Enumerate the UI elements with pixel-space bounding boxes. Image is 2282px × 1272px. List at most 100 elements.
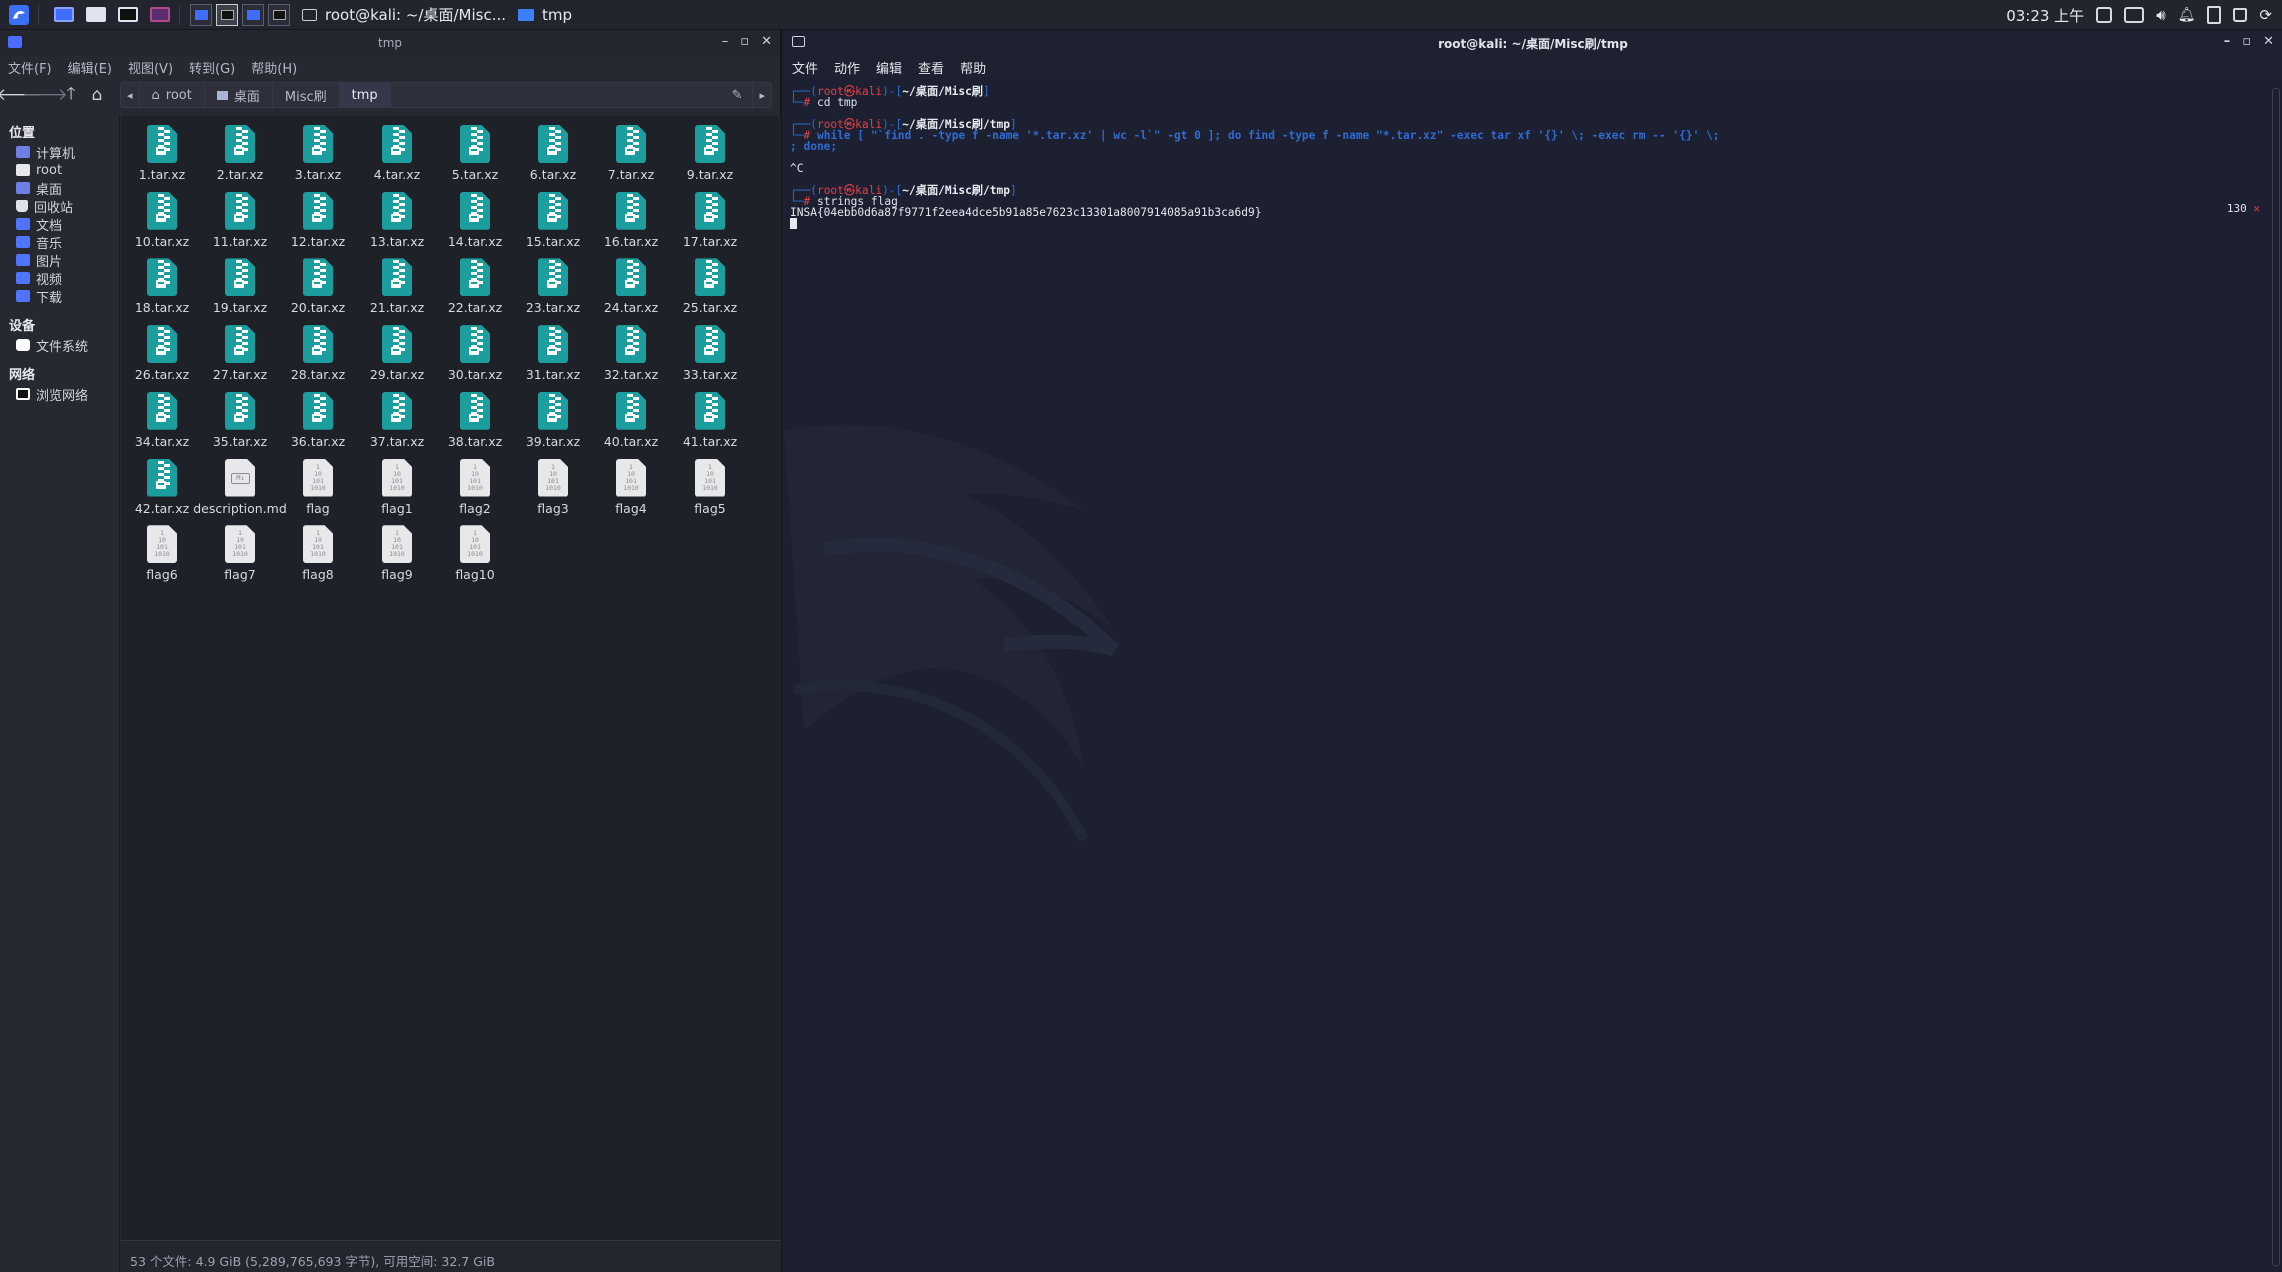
- file-item[interactable]: 33.tar.xz: [671, 325, 749, 389]
- file-item[interactable]: 4.tar.xz: [358, 125, 436, 189]
- sidebar-item-desktop[interactable]: 桌面: [0, 179, 119, 198]
- breadcrumb-tmp[interactable]: tmp: [339, 83, 391, 107]
- file-item[interactable]: 17.tar.xz: [671, 191, 749, 256]
- file-item[interactable]: 29.tar.xz: [358, 325, 436, 389]
- file-item[interactable]: 13.tar.xz: [358, 191, 436, 256]
- task-terminal[interactable]: root@kali: ~/桌面/Misc...: [302, 4, 506, 25]
- browser-launcher-icon[interactable]: [147, 4, 173, 26]
- file-item[interactable]: 1 10 101 1010 flag2: [436, 458, 514, 523]
- workspace-3[interactable]: [242, 3, 264, 26]
- sidebar-item-documents[interactable]: 文档: [0, 215, 119, 234]
- file-item[interactable]: 11.tar.xz: [201, 191, 279, 256]
- file-item[interactable]: 1 10 101 1010 flag4: [592, 458, 670, 523]
- file-item[interactable]: 27.tar.xz: [201, 325, 279, 389]
- file-item[interactable]: 38.tar.xz: [436, 391, 514, 456]
- workspace-4[interactable]: [268, 3, 290, 26]
- keyboard-icon[interactable]: [2124, 7, 2145, 23]
- file-item[interactable]: 40.tar.xz: [592, 391, 670, 456]
- breadcrumb-desktop[interactable]: 桌面: [205, 83, 273, 107]
- file-item[interactable]: 18.tar.xz: [123, 258, 201, 322]
- file-item[interactable]: 2.tar.xz: [201, 125, 279, 189]
- breadcrumb-misc[interactable]: Misc刷: [273, 83, 340, 107]
- sidebar-item-pictures[interactable]: 图片: [0, 251, 119, 270]
- sidebar-item-computer[interactable]: 计算机: [0, 143, 119, 162]
- file-manager-launcher-icon[interactable]: [83, 4, 109, 26]
- workspace-2[interactable]: [216, 3, 238, 26]
- maximize-icon[interactable]: ▫: [2242, 34, 2251, 49]
- file-item[interactable]: 22.tar.xz: [436, 258, 514, 322]
- file-item[interactable]: 14.tar.xz: [436, 191, 514, 256]
- file-item[interactable]: 1.tar.xz: [123, 125, 201, 189]
- file-item[interactable]: 1 10 101 1010 flag1: [358, 458, 436, 523]
- menu-file[interactable]: 文件: [792, 58, 818, 77]
- sidebar-item-root[interactable]: root: [0, 161, 119, 179]
- file-item[interactable]: 26.tar.xz: [123, 325, 201, 389]
- fm-titlebar[interactable]: tmp – ▫ ✕: [0, 30, 780, 56]
- menu-go[interactable]: 转到(G): [189, 58, 235, 77]
- file-item[interactable]: 19.tar.xz: [201, 258, 279, 322]
- file-item[interactable]: 1 10 101 1010 flag7: [201, 525, 279, 589]
- file-item[interactable]: 34.tar.xz: [123, 391, 201, 456]
- lock-icon[interactable]: [2233, 8, 2248, 22]
- terminal-output[interactable]: ┌──(root㉿kali)-[~/桌面/Misc刷] └─# cd tmp ┌…: [790, 86, 2262, 229]
- file-item[interactable]: 23.tar.xz: [514, 258, 592, 322]
- terminal-titlebar[interactable]: root@kali: ~/桌面/Misc刷/tmp – ▫ ✕: [784, 30, 2282, 56]
- file-item[interactable]: 39.tar.xz: [514, 391, 592, 456]
- menu-view[interactable]: 视图(V): [128, 58, 173, 77]
- sidebar-item-music[interactable]: 音乐: [0, 233, 119, 252]
- file-item[interactable]: 30.tar.xz: [436, 325, 514, 389]
- file-item[interactable]: 28.tar.xz: [279, 325, 357, 389]
- file-item[interactable]: 1 10 101 1010 flag: [279, 458, 357, 523]
- file-item[interactable]: 12.tar.xz: [279, 191, 357, 256]
- file-item[interactable]: 9.tar.xz: [671, 125, 749, 189]
- sidebar-item-trash[interactable]: 回收站: [0, 197, 119, 216]
- power-icon[interactable]: ⟳: [2259, 6, 2272, 24]
- file-item[interactable]: 7.tar.xz: [592, 125, 670, 189]
- file-item[interactable]: 15.tar.xz: [514, 191, 592, 256]
- notification-bell-icon[interactable]: 🔔︎: [2178, 7, 2196, 23]
- show-desktop-icon[interactable]: [51, 4, 77, 26]
- sidebar-item-browse-network[interactable]: 浏览网络: [0, 385, 119, 404]
- menu-edit[interactable]: 编辑: [876, 58, 902, 77]
- close-icon[interactable]: ✕: [761, 34, 772, 49]
- file-view[interactable]: 1.tar.xz 2.tar.xz 3.tar.xz 4.tar.xz 5.tar.xz…: [121, 116, 781, 1240]
- volume-icon[interactable]: 🔊︎: [2156, 6, 2165, 24]
- file-item[interactable]: 42.tar.xz: [123, 458, 201, 523]
- file-item[interactable]: 1 10 101 1010 flag6: [123, 525, 201, 589]
- file-item[interactable]: 24.tar.xz: [592, 258, 670, 322]
- file-item[interactable]: 31.tar.xz: [514, 325, 592, 389]
- workspace-1[interactable]: [190, 3, 212, 26]
- up-arrow-icon[interactable]: 🡑: [60, 84, 82, 106]
- battery-icon[interactable]: [2207, 6, 2222, 24]
- file-item[interactable]: 1 10 101 1010 flag5: [671, 458, 749, 523]
- file-item[interactable]: 35.tar.xz: [201, 391, 279, 456]
- file-item[interactable]: 1 10 101 1010 flag8: [279, 525, 357, 589]
- file-item[interactable]: 1 10 101 1010 flag9: [358, 525, 436, 589]
- file-item[interactable]: 5.tar.xz: [436, 125, 514, 189]
- file-item[interactable]: 3.tar.xz: [279, 125, 357, 189]
- file-item[interactable]: 25.tar.xz: [671, 258, 749, 322]
- menu-view[interactable]: 查看: [918, 58, 944, 77]
- breadcrumb-scroll-right-icon[interactable]: ▸: [752, 83, 771, 107]
- file-item[interactable]: 16.tar.xz: [592, 191, 670, 256]
- close-icon[interactable]: ✕: [2263, 34, 2274, 49]
- display-icon[interactable]: [2096, 7, 2113, 23]
- sidebar-item-filesystem[interactable]: 文件系统: [0, 336, 119, 355]
- breadcrumb-root[interactable]: ⌂ root: [140, 83, 205, 107]
- file-item[interactable]: 1 10 101 1010 flag10: [436, 525, 514, 589]
- menu-help[interactable]: 帮助: [960, 58, 986, 77]
- edit-path-pencil-icon[interactable]: ✎: [722, 88, 753, 103]
- home-icon[interactable]: ⌂: [86, 84, 108, 106]
- menu-help[interactable]: 帮助(H): [251, 58, 297, 77]
- file-item[interactable]: 21.tar.xz: [358, 258, 436, 322]
- file-item[interactable]: M↓ description.md: [193, 458, 287, 523]
- file-item[interactable]: 32.tar.xz: [592, 325, 670, 389]
- file-item[interactable]: 36.tar.xz: [279, 391, 357, 456]
- file-item[interactable]: 41.tar.xz: [671, 391, 749, 456]
- file-item[interactable]: 20.tar.xz: [279, 258, 357, 322]
- maximize-icon[interactable]: ▫: [740, 34, 749, 49]
- terminal-scrollbar[interactable]: [2272, 88, 2280, 1266]
- minimize-icon[interactable]: –: [722, 34, 729, 49]
- minimize-icon[interactable]: –: [2224, 34, 2231, 49]
- sidebar-item-downloads[interactable]: 下载: [0, 287, 119, 306]
